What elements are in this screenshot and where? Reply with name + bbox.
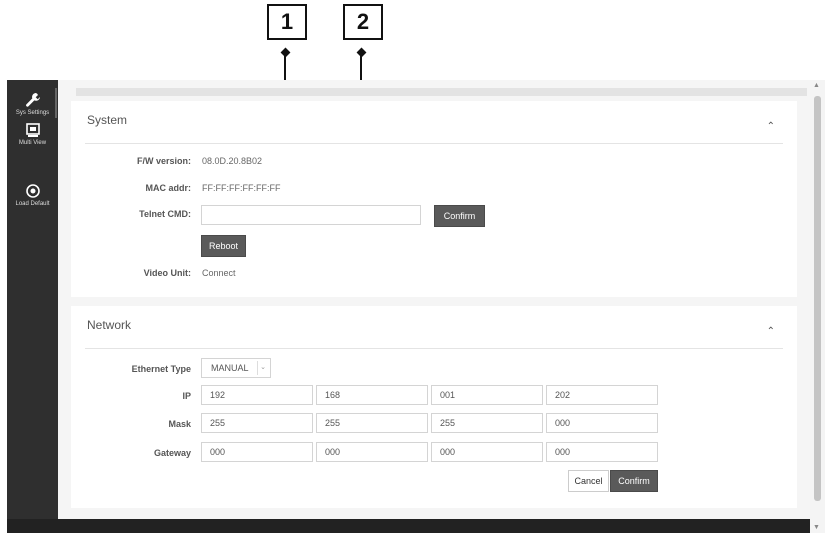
sidebar-item-label: Multi View (18, 140, 47, 146)
app-window: Sys Settings Multi View Load Default Sys… (7, 80, 825, 533)
gateway-octet-3[interactable]: 000 (431, 442, 543, 462)
network-card: Network ⌃ Ethernet Type MANUAL ⌄ IP 192 … (71, 306, 797, 508)
mask-octet-1[interactable]: 255 (201, 413, 313, 433)
ip-octet-3[interactable]: 001 (431, 385, 543, 405)
telnet-confirm-button[interactable]: Confirm (434, 205, 485, 227)
sidebar: Sys Settings Multi View Load Default (7, 80, 58, 533)
ethernet-type-label: Ethernet Type (131, 364, 191, 374)
scrollbar-thumb[interactable] (814, 96, 821, 501)
sidebar-item-multi-view[interactable]: Multi View (7, 122, 58, 146)
fw-version-label: F/W version: (136, 156, 191, 166)
callout-2: 2 (343, 4, 383, 40)
gateway-octet-4[interactable]: 000 (546, 442, 658, 462)
ip-label: IP (182, 391, 191, 401)
ip-octet-2[interactable]: 168 (316, 385, 428, 405)
mask-label: Mask (168, 419, 191, 429)
mask-octet-2[interactable]: 255 (316, 413, 428, 433)
telnet-cmd-label: Telnet CMD: (139, 209, 191, 219)
ip-octet-1[interactable]: 192 (201, 385, 313, 405)
wrench-icon (7, 92, 58, 108)
mac-addr-label: MAC addr: (145, 183, 192, 193)
mask-octet-4[interactable]: 000 (546, 413, 658, 433)
sidebar-item-load-default[interactable]: Load Default (7, 183, 58, 207)
chevron-down-icon: ⌄ (257, 361, 268, 375)
reboot-button[interactable]: Reboot (201, 235, 246, 257)
fw-version-value: 08.0D.20.8B02 (202, 156, 263, 166)
telnet-cmd-input[interactable] (201, 205, 421, 225)
bottom-bar (7, 519, 812, 533)
chevron-up-icon[interactable]: ⌃ (767, 326, 775, 337)
ethernet-type-value: MANUAL (211, 363, 249, 373)
sidebar-item-sys-settings[interactable]: Sys Settings (7, 92, 58, 116)
system-title: System (87, 113, 128, 127)
gateway-octet-2[interactable]: 000 (316, 442, 428, 462)
system-card: System ⌃ F/W version: 08.0D.20.8B02 MAC … (71, 101, 797, 297)
scroll-down-icon[interactable]: ▼ (813, 524, 820, 531)
network-cancel-button[interactable]: Cancel (568, 470, 609, 492)
main-content: System ⌃ F/W version: 08.0D.20.8B02 MAC … (58, 80, 817, 520)
mask-octet-3[interactable]: 255 (431, 413, 543, 433)
vertical-scrollbar[interactable]: ▲ ▼ (810, 80, 825, 533)
multi-view-icon (7, 122, 58, 138)
scroll-up-icon[interactable]: ▲ (813, 82, 820, 89)
video-unit-label: Video Unit: (143, 268, 191, 278)
gateway-label: Gateway (153, 448, 191, 458)
ip-octet-4[interactable]: 202 (546, 385, 658, 405)
video-unit-value: Connect (202, 268, 236, 278)
sidebar-item-label: Load Default (15, 201, 50, 207)
network-confirm-button[interactable]: Confirm (610, 470, 658, 492)
divider (85, 348, 783, 349)
callout-1: 1 (267, 4, 307, 40)
mac-addr-value: FF:FF:FF:FF:FF:FF (202, 183, 281, 193)
chevron-up-icon[interactable]: ⌃ (767, 121, 775, 132)
sidebar-item-label: Sys Settings (15, 110, 50, 116)
gateway-octet-1[interactable]: 000 (201, 442, 313, 462)
ethernet-type-select[interactable]: MANUAL ⌄ (201, 358, 271, 378)
network-title: Network (87, 318, 132, 332)
divider (85, 143, 783, 144)
top-bar (76, 88, 807, 96)
target-icon (7, 183, 58, 199)
